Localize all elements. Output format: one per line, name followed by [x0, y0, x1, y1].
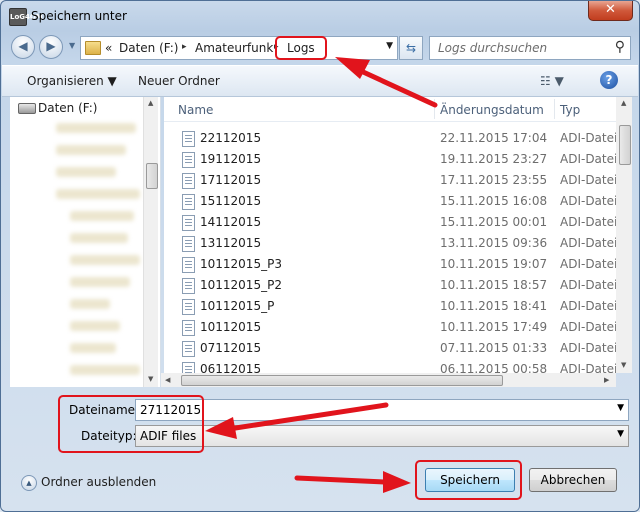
arrow-to-filename [226, 402, 389, 432]
arrow-to-logs [358, 68, 438, 108]
arrow-head-icon [205, 417, 237, 439]
annotation-arrows [205, 57, 438, 493]
arrow-head-icon [383, 471, 411, 493]
arrow-head-icon [335, 57, 370, 79]
save-as-dialog: LoG4OM Speichern unter ✕ ◀ ▶ ▼ « Daten (… [0, 0, 640, 512]
arrow-to-save [294, 475, 388, 485]
